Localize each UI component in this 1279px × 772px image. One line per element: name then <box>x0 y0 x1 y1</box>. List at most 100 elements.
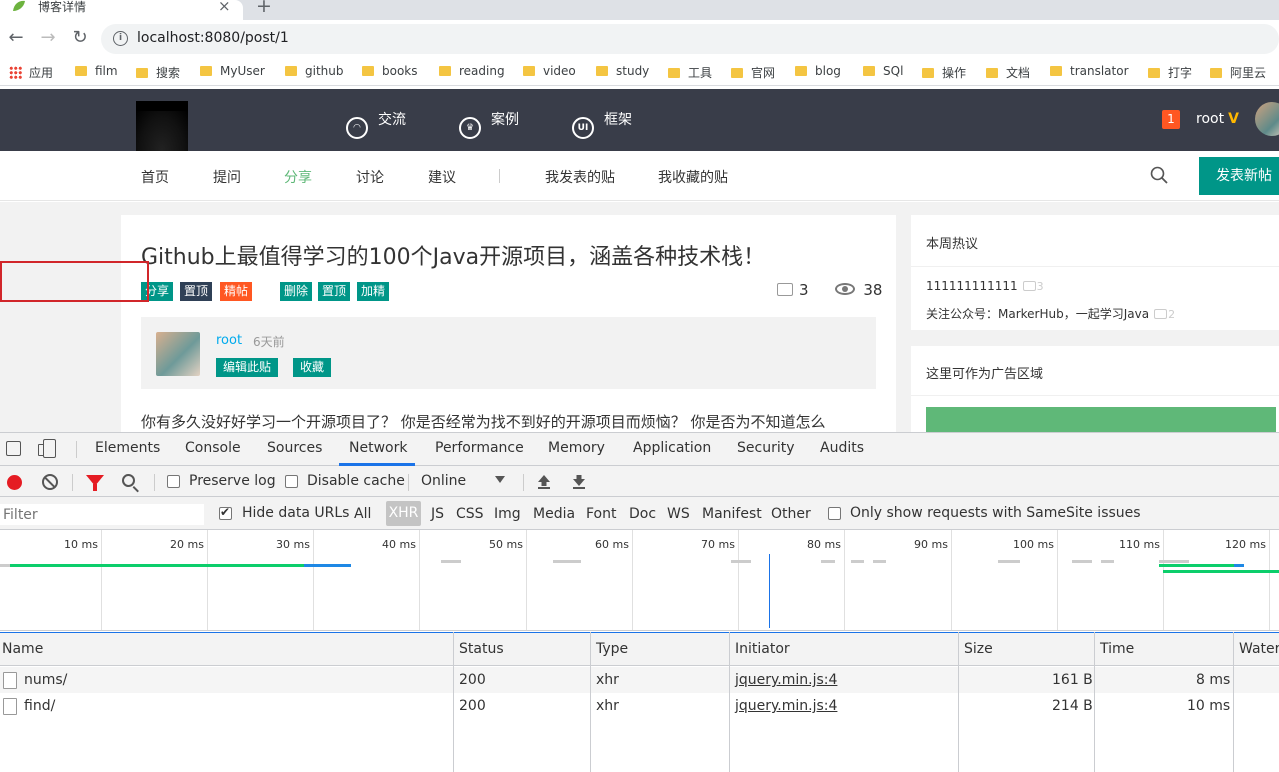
top-nav-cases[interactable]: ♛ 案例 <box>459 108 519 139</box>
site-info-icon[interactable]: i <box>113 31 128 46</box>
avatar[interactable] <box>1255 102 1279 136</box>
tab-close-icon[interactable]: × <box>218 0 231 15</box>
bookmark-item[interactable]: 文档 <box>986 64 1030 80</box>
site-logo[interactable] <box>136 101 188 151</box>
bookmark-apps[interactable]: 应用 <box>9 64 53 80</box>
bookmark-item[interactable]: 打字 <box>1148 64 1192 80</box>
chevron-down-icon[interactable] <box>495 476 505 483</box>
download-icon[interactable] <box>572 474 586 489</box>
type-filter-ws[interactable]: WS <box>667 506 690 522</box>
notification-badge[interactable]: 1 <box>1162 110 1180 129</box>
bookmark-item[interactable]: blog <box>795 64 841 80</box>
bookmark-item[interactable]: SQl <box>863 64 903 80</box>
bookmark-item[interactable]: 阿里云 <box>1210 64 1266 80</box>
column-divider[interactable] <box>590 632 591 772</box>
top-nav-exchange[interactable]: ◠ 交流 <box>346 108 406 139</box>
column-divider[interactable] <box>453 632 454 772</box>
type-filter-other[interactable]: Other <box>771 506 811 522</box>
browser-tab[interactable]: 博客详情 × <box>0 0 243 20</box>
tab-application[interactable]: Application <box>633 440 711 456</box>
column-divider[interactable] <box>958 632 959 772</box>
column-header-waterfall[interactable]: Water <box>1239 641 1279 657</box>
type-filter-img[interactable]: Img <box>494 506 521 522</box>
request-name[interactable]: nums/ <box>24 672 67 688</box>
favorite-button[interactable]: 收藏 <box>293 358 332 377</box>
bookmark-item[interactable]: video <box>523 64 576 80</box>
preserve-log-checkbox[interactable] <box>167 475 180 488</box>
forward-arrow-icon[interactable]: → <box>36 26 60 50</box>
address-url[interactable]: localhost:8080/post/1 <box>137 30 289 46</box>
column-header-size[interactable]: Size <box>964 641 993 657</box>
tab-network[interactable]: Network <box>349 440 407 456</box>
tab-console[interactable]: Console <box>185 440 241 456</box>
subnav-item-suggest[interactable]: 建议 <box>428 167 456 187</box>
bookmark-item[interactable]: 操作 <box>922 64 966 80</box>
tab-audits[interactable]: Audits <box>820 440 864 456</box>
tab-elements[interactable]: Elements <box>95 440 160 456</box>
inspect-element-icon[interactable] <box>6 441 21 456</box>
table-row[interactable]: nums/ 200 xhr jquery.min.js:4 161 B 8 ms <box>0 667 1279 693</box>
tab-sources[interactable]: Sources <box>267 440 322 456</box>
type-filter-doc[interactable]: Doc <box>629 506 656 522</box>
clear-icon[interactable] <box>42 474 58 490</box>
bookmark-item[interactable]: reading <box>439 64 505 80</box>
top-nav-framework[interactable]: UI 框架 <box>572 108 632 139</box>
tab-performance[interactable]: Performance <box>435 440 524 456</box>
subnav-item-my-posts[interactable]: 我发表的贴 <box>545 167 615 187</box>
type-filter-css[interactable]: CSS <box>456 506 484 522</box>
column-header-initiator[interactable]: Initiator <box>735 641 790 657</box>
new-tab-icon[interactable]: + <box>256 0 272 17</box>
reload-icon[interactable]: ↻ <box>68 26 92 50</box>
table-row[interactable]: find/ 200 xhr jquery.min.js:4 214 B 10 m… <box>0 693 1279 719</box>
filter-input[interactable] <box>0 504 204 525</box>
throttling-select[interactable]: Online <box>421 473 466 489</box>
subnav-item-discuss[interactable]: 讨论 <box>356 167 384 187</box>
subnav-item-ask[interactable]: 提问 <box>213 167 241 187</box>
tab-memory[interactable]: Memory <box>548 440 605 456</box>
type-filter-font[interactable]: Font <box>586 506 616 522</box>
column-divider[interactable] <box>1094 632 1095 772</box>
column-header-time[interactable]: Time <box>1100 641 1134 657</box>
bookmark-item[interactable]: MyUser <box>200 64 265 80</box>
hide-data-urls-checkbox[interactable] <box>219 505 232 520</box>
filter-icon[interactable] <box>86 475 104 491</box>
column-divider[interactable] <box>729 632 730 772</box>
column-header-type[interactable]: Type <box>596 641 628 657</box>
hot-item[interactable]: 111111111111 3 <box>926 279 1044 293</box>
column-divider[interactable] <box>1233 632 1234 772</box>
type-filter-xhr[interactable]: XHR <box>386 501 421 526</box>
bookmark-item[interactable]: film <box>75 64 118 80</box>
column-header-status[interactable]: Status <box>459 641 504 657</box>
bookmark-item[interactable]: 工具 <box>668 64 712 80</box>
edit-post-button[interactable]: 编辑此贴 <box>216 358 279 377</box>
column-header-name[interactable]: Name <box>2 641 43 657</box>
address-bar[interactable]: i localhost:8080/post/1 <box>101 24 1279 54</box>
search-icon[interactable] <box>1150 166 1168 184</box>
author-name[interactable]: root <box>216 333 242 348</box>
network-overview[interactable]: 10 ms 20 ms 30 ms 40 ms 50 ms 60 ms 70 m… <box>0 530 1279 631</box>
type-filter-media[interactable]: Media <box>533 506 575 522</box>
request-initiator-link[interactable]: jquery.min.js:4 <box>735 672 837 688</box>
new-post-button[interactable]: 发表新帖 <box>1199 157 1279 195</box>
disable-cache-checkbox[interactable] <box>285 475 298 488</box>
bookmark-item[interactable]: github <box>285 64 343 80</box>
search-icon[interactable] <box>122 474 135 487</box>
tab-security[interactable]: Security <box>737 440 795 456</box>
record-button[interactable] <box>7 475 22 490</box>
request-name[interactable]: find/ <box>24 698 55 714</box>
author-avatar[interactable] <box>156 332 200 376</box>
upload-icon[interactable] <box>537 474 551 489</box>
bookmark-item[interactable]: 官网 <box>731 64 775 80</box>
type-filter-js[interactable]: JS <box>431 506 444 522</box>
subnav-item-home[interactable]: 首页 <box>141 167 169 187</box>
subnav-item-share[interactable]: 分享 <box>284 167 312 187</box>
subnav-item-my-favorites[interactable]: 我收藏的贴 <box>658 167 728 187</box>
bookmark-item[interactable]: 搜索 <box>136 64 180 80</box>
pin-button[interactable]: 置顶 <box>318 282 351 301</box>
type-filter-manifest[interactable]: Manifest <box>702 506 762 522</box>
type-filter-all[interactable]: All <box>354 506 371 522</box>
back-arrow-icon[interactable]: ← <box>4 26 28 50</box>
samesite-checkbox[interactable] <box>828 507 841 520</box>
delete-button[interactable]: 删除 <box>280 282 313 301</box>
feature-button[interactable]: 加精 <box>357 282 390 301</box>
